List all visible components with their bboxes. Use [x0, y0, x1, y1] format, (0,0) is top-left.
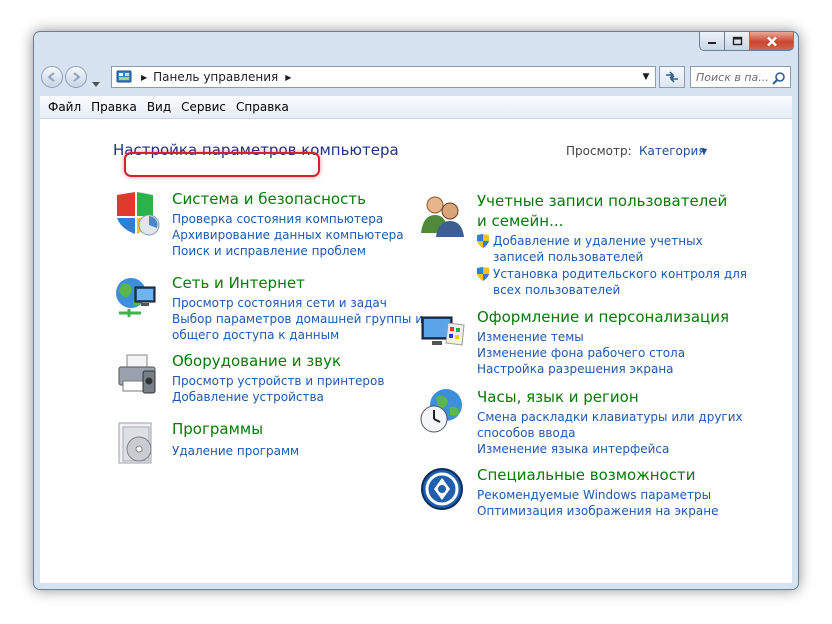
control-panel-icon [116, 70, 132, 84]
page-title: Настройка параметров компьютера [113, 141, 399, 159]
close-icon [766, 36, 777, 46]
category-title[interactable]: и семейн... [477, 211, 563, 231]
category-accessibility: Специальные возможности Рекомендуемые Wi… [418, 465, 748, 525]
clock-globe-icon [420, 389, 462, 433]
category-title[interactable]: Специальные возможности [477, 465, 695, 485]
network-icon [116, 278, 156, 317]
category-programs: Программы Удаление программ [113, 419, 373, 469]
breadcrumb[interactable]: Панель управления [153, 70, 278, 84]
recent-pages-dropdown[interactable] [92, 73, 100, 92]
shield-icon [117, 192, 160, 236]
chevron-down-icon[interactable]: ▼ [701, 147, 707, 156]
arrow-left-icon [47, 72, 55, 82]
category-clock-region: Часы, язык и регион Смена раскладки клав… [418, 387, 748, 457]
category-link[interactable]: Настройка разрешения экрана [477, 361, 674, 377]
category-appearance: Оформление и персонализация Изменение те… [418, 307, 748, 377]
breadcrumb-separator-icon: ▶ [141, 72, 148, 82]
close-button[interactable] [750, 32, 794, 51]
category-title[interactable]: Программы [172, 419, 263, 439]
search-input[interactable] [691, 69, 772, 85]
category-link[interactable]: Рекомендуемые Windows параметры [477, 487, 711, 503]
link-text[interactable]: всех пользователей [493, 282, 620, 298]
category-link[interactable]: Проверка состояния компьютера [172, 211, 383, 227]
category-title[interactable]: Система и безопасность [172, 189, 366, 209]
uac-shield-icon [477, 234, 489, 248]
maximize-button[interactable] [725, 32, 750, 51]
maximize-icon [732, 36, 742, 46]
menu-help[interactable]: Справка [236, 100, 289, 114]
category-system-security: Система и безопасность Проверка состояни… [113, 189, 404, 259]
menu-edit[interactable]: Правка [91, 100, 137, 114]
minimize-button[interactable] [699, 32, 725, 51]
appearance-icon [421, 316, 465, 346]
category-link[interactable]: общего доступа к данным [172, 327, 339, 343]
title-bar [34, 32, 798, 62]
link-text[interactable]: записей пользователей [493, 249, 643, 265]
menu-file[interactable]: Файл [48, 100, 81, 114]
category-title[interactable]: Учетные записи пользователей [477, 191, 727, 211]
control-panel-window: ▶ Панель управления ▶ ▼ Файл Правка Вид … [33, 31, 799, 590]
category-link[interactable]: Выбор параметров домашней группы и [172, 311, 423, 327]
search-icon[interactable] [772, 71, 786, 85]
accessibility-icon [421, 468, 463, 510]
users-icon [421, 196, 464, 237]
category-link[interactable]: Просмотр устройств и принтеров [172, 373, 384, 389]
link-text[interactable]: Установка родительского контроля для [493, 266, 747, 282]
chevron-down-icon [92, 82, 100, 87]
category-link[interactable]: Смена раскладки клавиатуры или других [477, 409, 743, 425]
category-link[interactable]: Изменение языка интерфейса [477, 441, 669, 457]
category-title[interactable]: Оформление и персонализация [477, 307, 729, 327]
category-link[interactable]: Изменение фона рабочего стола [477, 345, 685, 361]
printer-icon [118, 354, 156, 394]
category-title[interactable]: Сеть и Интернет [172, 273, 305, 293]
navigation-bar: ▶ Панель управления ▶ ▼ [34, 64, 798, 92]
category-link[interactable]: Оптимизация изображения на экране [477, 503, 718, 519]
link-text[interactable]: Добавление и удаление учетных [493, 233, 703, 249]
refresh-icon [666, 71, 678, 83]
category-network-internet: Сеть и Интернет Просмотр состояния сети … [113, 273, 423, 343]
control-panel-content: Настройка параметров компьютера Просмотр… [40, 119, 792, 583]
uac-shield-icon [477, 267, 489, 281]
category-link[interactable]: Архивирование данных компьютера [172, 227, 404, 243]
breadcrumb-separator-icon[interactable]: ▶ [285, 73, 291, 82]
category-link[interactable]: Удаление программ [172, 443, 299, 459]
category-title[interactable]: Часы, язык и регион [477, 387, 639, 407]
minimize-icon [708, 42, 716, 44]
programs-icon [118, 422, 152, 464]
menu-view[interactable]: Вид [147, 100, 171, 114]
address-bar[interactable]: ▶ Панель управления ▶ ▼ [111, 66, 656, 88]
category-hardware-sound: Оборудование и звук Просмотр устройств и… [113, 351, 384, 411]
search-box[interactable] [690, 66, 791, 88]
view-label: Просмотр: [566, 144, 632, 158]
category-title[interactable]: Оборудование и звук [172, 351, 341, 371]
back-button[interactable] [41, 66, 63, 88]
menu-bar: Файл Правка Вид Сервис Справка [40, 96, 792, 119]
window-controls [699, 32, 794, 51]
category-user-accounts: Учетные записи пользователей и семейн...… [418, 191, 748, 301]
refresh-button[interactable] [659, 66, 685, 88]
category-link[interactable]: Поиск и исправление проблем [172, 243, 366, 259]
category-link[interactable]: Просмотр состояния сети и задач [172, 295, 387, 311]
category-link[interactable]: Добавление устройства [172, 389, 324, 405]
arrow-right-icon [73, 72, 81, 82]
forward-button[interactable] [65, 66, 87, 88]
view-mode-selector[interactable]: Категория [639, 144, 706, 158]
menu-tools[interactable]: Сервис [181, 100, 226, 114]
category-link[interactable]: способов ввода [477, 425, 576, 441]
address-dropdown-icon[interactable]: ▼ [637, 67, 655, 87]
category-link[interactable]: Изменение темы [477, 329, 584, 345]
